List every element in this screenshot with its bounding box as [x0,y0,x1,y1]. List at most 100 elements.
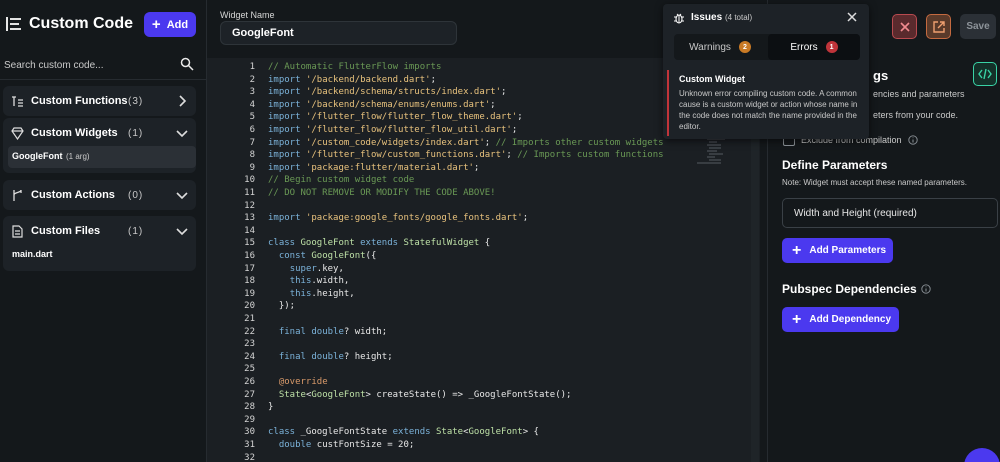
add-dependency-button[interactable]: + Add Dependency [782,307,899,332]
line-number: 8 [249,150,255,161]
file-icon [12,225,23,238]
line-number: 17 [244,263,255,274]
add-custom-code-button[interactable]: + Add [144,12,196,37]
line-number: 12 [244,200,255,211]
tab-errors-label: Errors [790,41,818,53]
line-number: 7 [249,137,255,148]
section-custom-widgets[interactable]: Custom Widgets (1) GoogleFont (1 arg) [3,118,196,173]
settings-heading: gs [873,68,889,83]
code-line[interactable]: import '/flutter_flow/custom_functions.d… [268,149,664,162]
line-number: 22 [244,326,255,337]
code-line[interactable]: import '/backend/schema/structs/index.da… [268,86,506,99]
code-line[interactable]: }); [268,300,295,313]
code-line[interactable]: import '/backend/schema/enums/enums.dart… [268,99,496,112]
section-custom-actions[interactable]: Custom Actions (0) [3,180,196,210]
define-parameters-title: Define Parameters [782,158,888,172]
tab-warnings[interactable]: Warnings 2 [674,34,766,60]
section-custom-files[interactable]: Custom Files (1) main.dart [3,216,196,271]
line-number: 4 [249,99,255,110]
line-number: 29 [244,414,255,425]
code-line[interactable]: final double? width; [268,326,387,339]
line-number: 15 [244,238,255,249]
bug-icon [674,13,684,24]
pubspec-dependencies-title: Pubspec Dependencies [782,282,917,296]
code-brackets-icon [978,68,992,80]
tab-errors[interactable]: Errors 1 [768,34,860,60]
section-header[interactable]: Custom Functions (3) [3,86,196,116]
line-number: 13 [244,213,255,224]
section-label: Custom Actions [31,189,115,201]
issue-item[interactable]: Custom Widget Unknown error compiling cu… [667,70,867,136]
sidebar-item-googlefont[interactable]: GoogleFont (1 arg) [8,146,196,168]
line-number: 31 [244,440,255,450]
code-line[interactable]: State<GoogleFont> createState() => _Goog… [268,389,572,402]
plus-icon: + [792,310,802,328]
code-line[interactable]: import '/backend/backend.dart'; [268,74,436,87]
search-input[interactable] [0,52,207,79]
code-line[interactable]: } [268,401,273,414]
issues-popover: Issues (4 total) Warnings 2 Errors 1 Cus… [663,4,869,139]
custom-code-sidebar: Custom Code + Add Custom Functions (3) [0,0,207,462]
sidebar-item-main-dart[interactable]: main.dart [8,244,196,266]
code-line[interactable]: const GoogleFont({ [268,250,377,263]
widget-name-input[interactable] [220,21,457,45]
code-line[interactable]: final double? height; [268,351,393,364]
line-number: 23 [244,339,255,350]
info-icon[interactable] [908,135,918,145]
issues-tabs: Warnings 2 Errors 1 [674,34,860,60]
search-icon[interactable] [180,57,194,71]
line-number: 26 [244,377,255,387]
chevron-down-icon[interactable] [175,126,189,140]
save-button[interactable]: Save [960,14,996,39]
issues-count: (4 total) [725,13,753,22]
code-line[interactable]: import '/flutter_flow/flutter_flow_util.… [268,124,517,137]
add-parameters-label: Add Parameters [809,245,887,256]
code-line[interactable]: this.width, [268,275,350,288]
line-number: 14 [244,225,255,236]
line-number: 30 [244,427,255,438]
code-line[interactable]: class GoogleFont extends StatefulWidget … [268,237,490,250]
code-line[interactable]: super.key, [268,263,344,276]
define-parameters-note: Note: Widget must accept these named par… [782,178,967,187]
code-line[interactable]: import 'package:flutter/material.dart'; [268,162,479,175]
line-number: 9 [249,162,255,173]
code-line[interactable]: // DO NOT REMOVE OR MODIFY THE CODE ABOV… [268,187,496,200]
plus-icon: + [792,241,802,259]
parameter-row[interactable]: Width and Height (required) [782,198,998,228]
line-number: 6 [249,125,255,135]
line-number: 24 [244,351,255,362]
support-chat-bubble[interactable] [964,448,1000,462]
section-header[interactable]: Custom Files (1) [3,216,196,246]
line-number: 18 [244,276,255,287]
chevron-down-icon[interactable] [175,224,189,238]
code-line[interactable]: double custFontSize = 20; [268,439,414,452]
discard-button[interactable] [892,14,917,39]
chevron-right-icon[interactable] [175,94,189,108]
code-line[interactable]: // Automatic FlutterFlow imports [268,61,441,74]
code-line[interactable]: class _GoogleFontState extends State<Goo… [268,426,539,439]
settings-description: encies and parameters [873,89,965,99]
function-icon [12,96,23,107]
add-parameters-button[interactable]: + Add Parameters [782,238,893,263]
code-line[interactable]: @override [268,376,328,389]
line-number: 27 [244,389,255,400]
warnings-count-badge: 2 [738,41,751,53]
widget-diamond-icon [11,127,24,140]
view-code-toggle[interactable] [973,62,997,86]
code-line[interactable]: this.height, [268,288,355,301]
section-header[interactable]: Custom Actions (0) [3,180,196,210]
info-icon[interactable] [921,284,931,294]
code-line[interactable]: import 'package:google_fonts/google_font… [268,212,528,225]
add-dependency-label: Add Dependency [809,314,892,325]
code-line[interactable]: // Begin custom widget code [268,174,414,187]
open-external-button[interactable] [926,14,951,39]
close-icon[interactable] [846,11,858,23]
chevron-down-icon[interactable] [175,188,189,202]
issues-title: Issues [691,12,723,23]
section-custom-functions[interactable]: Custom Functions (3) [3,86,196,116]
item-label: main.dart [12,249,53,259]
code-line[interactable]: import '/flutter_flow/flutter_flow_theme… [268,111,523,124]
line-number: 32 [244,452,255,462]
code-line[interactable]: import '/custom_code/widgets/index.dart'… [268,137,664,150]
section-header[interactable]: Custom Widgets (1) [3,118,196,148]
